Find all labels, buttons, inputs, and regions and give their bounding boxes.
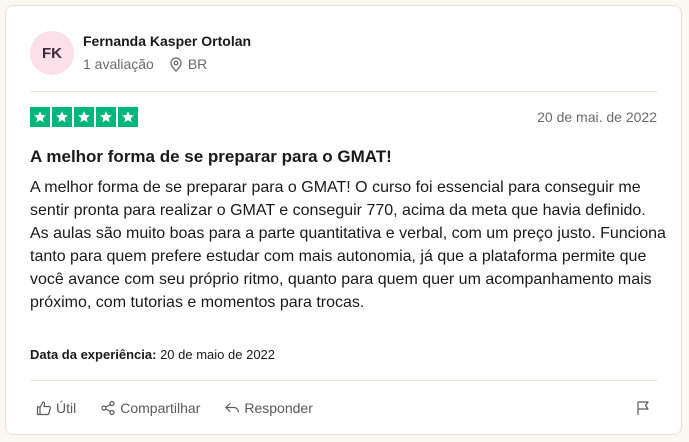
star-icon <box>118 107 138 127</box>
avatar-initials: FK <box>42 44 62 62</box>
location-pin-icon <box>170 56 182 72</box>
star-icon <box>52 107 72 127</box>
review-paragraph: A melhor forma de se preparar para o GMA… <box>30 179 646 219</box>
thumbs-up-icon <box>36 401 51 416</box>
experience-value: 20 de maio de 2022 <box>160 347 276 362</box>
divider <box>30 91 657 92</box>
review-paragraph: As aulas são muito boas para a parte qua… <box>30 225 666 311</box>
review-card: FK Fernanda Kasper Ortolan 1 avaliação B… <box>5 5 682 435</box>
report-flag-button[interactable] <box>635 400 651 421</box>
review-body: A melhor forma de se preparar para o GMA… <box>30 176 670 314</box>
reply-label: Responder <box>244 400 313 416</box>
review-title[interactable]: A melhor forma de se preparar para o GMA… <box>30 147 392 167</box>
reviewer-meta: 1 avaliação BR <box>83 56 207 72</box>
share-label: Compartilhar <box>120 400 201 416</box>
divider <box>30 380 657 381</box>
flag-icon <box>637 401 649 415</box>
reviewer-name[interactable]: Fernanda Kasper Ortolan <box>83 33 251 49</box>
reviewer-country: BR <box>187 56 208 72</box>
experience-date: Data da experiência: 20 de maio de 2022 <box>30 347 275 362</box>
star-rating <box>30 107 138 127</box>
share-button[interactable]: Compartilhar <box>100 400 200 416</box>
useful-label: Útil <box>56 400 77 416</box>
star-icon <box>74 107 94 127</box>
star-icon <box>30 107 50 127</box>
star-icon <box>96 107 116 127</box>
share-icon <box>101 400 115 416</box>
review-date: 20 de mai. de 2022 <box>537 109 657 125</box>
review-count: 1 avaliação <box>83 56 154 72</box>
review-actions: Útil Compartilhar Responder <box>36 400 337 416</box>
useful-button[interactable]: Útil <box>36 400 76 416</box>
reply-icon <box>225 402 240 413</box>
reply-button[interactable]: Responder <box>224 400 313 416</box>
experience-label: Data da experiência: <box>30 347 157 362</box>
avatar[interactable]: FK <box>30 31 74 75</box>
